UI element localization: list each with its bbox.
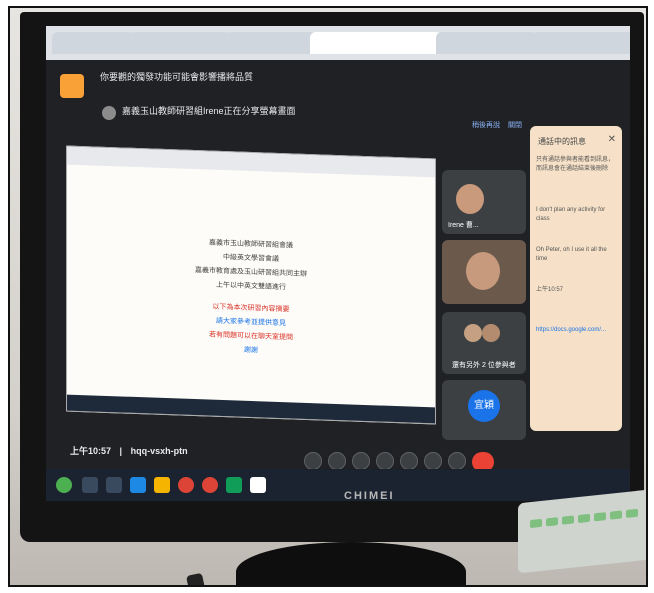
participant-tile-3[interactable]: 還有另外 2 位參與者 (442, 312, 526, 374)
participant-face (456, 184, 484, 214)
browser-tab-active[interactable] (310, 32, 442, 54)
app-icon[interactable] (250, 477, 266, 493)
browser-tab-bar (46, 26, 630, 60)
chat-timestamp: 上午10:57 (536, 287, 564, 293)
participant-tile-1[interactable]: Irene 曹... (442, 170, 526, 234)
participant-initial: 宜穎 (468, 390, 500, 422)
camera-button[interactable] (328, 452, 346, 470)
participant-avatar (464, 324, 482, 342)
more-options-button[interactable] (448, 452, 466, 470)
presenter-avatar (102, 106, 116, 120)
dismiss-later-link[interactable]: 稍後再說 (472, 120, 500, 130)
monitor-screen: 你要觀的獨發功能可能會影響播將品質 嘉義玉山教師研習組Irene正在分享螢幕畫面… (46, 26, 630, 501)
chat-message: I don't plan any activity for class (536, 207, 606, 222)
chat-message: Oh Peter, oh I use it all the time (536, 247, 607, 262)
notice-title: 你要觀的獨發功能可能會影響播將品質 (100, 72, 254, 82)
meeting-code: hqq-vsxh-ptn (130, 446, 188, 456)
close-icon[interactable]: ✕ (608, 134, 616, 145)
chrome-icon[interactable] (178, 477, 194, 493)
key (626, 508, 638, 519)
start-icon[interactable] (56, 477, 72, 493)
meeting-clock: 上午10:57 (70, 446, 112, 456)
search-icon[interactable] (82, 477, 98, 493)
key (578, 513, 590, 524)
shared-screen: 嘉義市玉山教師研習組會議 中級英文學習會議 嘉義市教育處及玉山研習組共同主辦 上… (66, 145, 436, 425)
key (562, 515, 574, 525)
raise-hand-button[interactable] (424, 452, 442, 470)
app-icon[interactable] (130, 477, 146, 493)
chat-message: 只有通話參與者能看到訊息，而訊息會在通話結束後刪除 (536, 157, 615, 172)
emoji-button[interactable] (376, 452, 394, 470)
key (594, 512, 606, 522)
mic-button[interactable] (304, 452, 322, 470)
browser-tab[interactable] (128, 32, 230, 54)
present-button[interactable] (400, 452, 418, 470)
key (546, 517, 558, 527)
folder-icon[interactable] (154, 477, 170, 493)
separator: | (119, 446, 123, 456)
chat-panel-title: 通話中的訊息 (538, 137, 586, 146)
photo-frame: 你要觀的獨發功能可能會影響播將品質 嘉義玉山教師研習組Irene正在分享螢幕畫面… (8, 6, 648, 587)
chrome-icon[interactable] (202, 477, 218, 493)
key (610, 510, 622, 520)
monitor-bezel: 你要觀的獨發功能可能會影響播將品質 嘉義玉山教師研習組Irene正在分享螢幕畫面… (20, 12, 644, 542)
monitor-brand: CHIMEI (344, 490, 395, 502)
shared-taskbar (67, 394, 435, 424)
browser-tab[interactable] (52, 32, 134, 54)
participant-name: Irene 曹... (448, 222, 479, 229)
key (530, 518, 542, 529)
close-notice-link[interactable]: 關閉 (508, 120, 522, 130)
participant-avatar (482, 324, 500, 342)
browser-tab[interactable] (224, 32, 316, 54)
meeting-info: 上午10:57 | hqq-vsxh-ptn (70, 444, 188, 457)
captions-button[interactable] (352, 452, 370, 470)
windows-taskbar (46, 469, 630, 501)
keyboard (518, 488, 646, 574)
participant-tile-4[interactable]: 宜穎 (442, 380, 526, 440)
meet-window: 你要觀的獨發功能可能會影響播將品質 嘉義玉山教師研習組Irene正在分享螢幕畫面… (46, 60, 630, 501)
notice-icon (60, 74, 84, 98)
chat-link[interactable]: https://docs.google.com/... (536, 326, 618, 335)
browser-tab[interactable] (532, 32, 630, 54)
app-icon[interactable] (226, 477, 242, 493)
participant-tile-2[interactable] (442, 240, 526, 304)
presenter-text: 嘉義玉山教師研習組Irene正在分享螢幕畫面 (122, 106, 296, 116)
shared-browser-toolbar (67, 146, 435, 178)
task-view-icon[interactable] (106, 477, 122, 493)
chat-panel: 通話中的訊息 ✕ 只有通話參與者能看到訊息，而訊息會在通話結束後刪除 I don… (530, 126, 622, 431)
participant-face (466, 252, 500, 290)
participant-count-label: 還有另外 2 位參與者 (452, 362, 516, 369)
browser-tab[interactable] (436, 32, 538, 54)
